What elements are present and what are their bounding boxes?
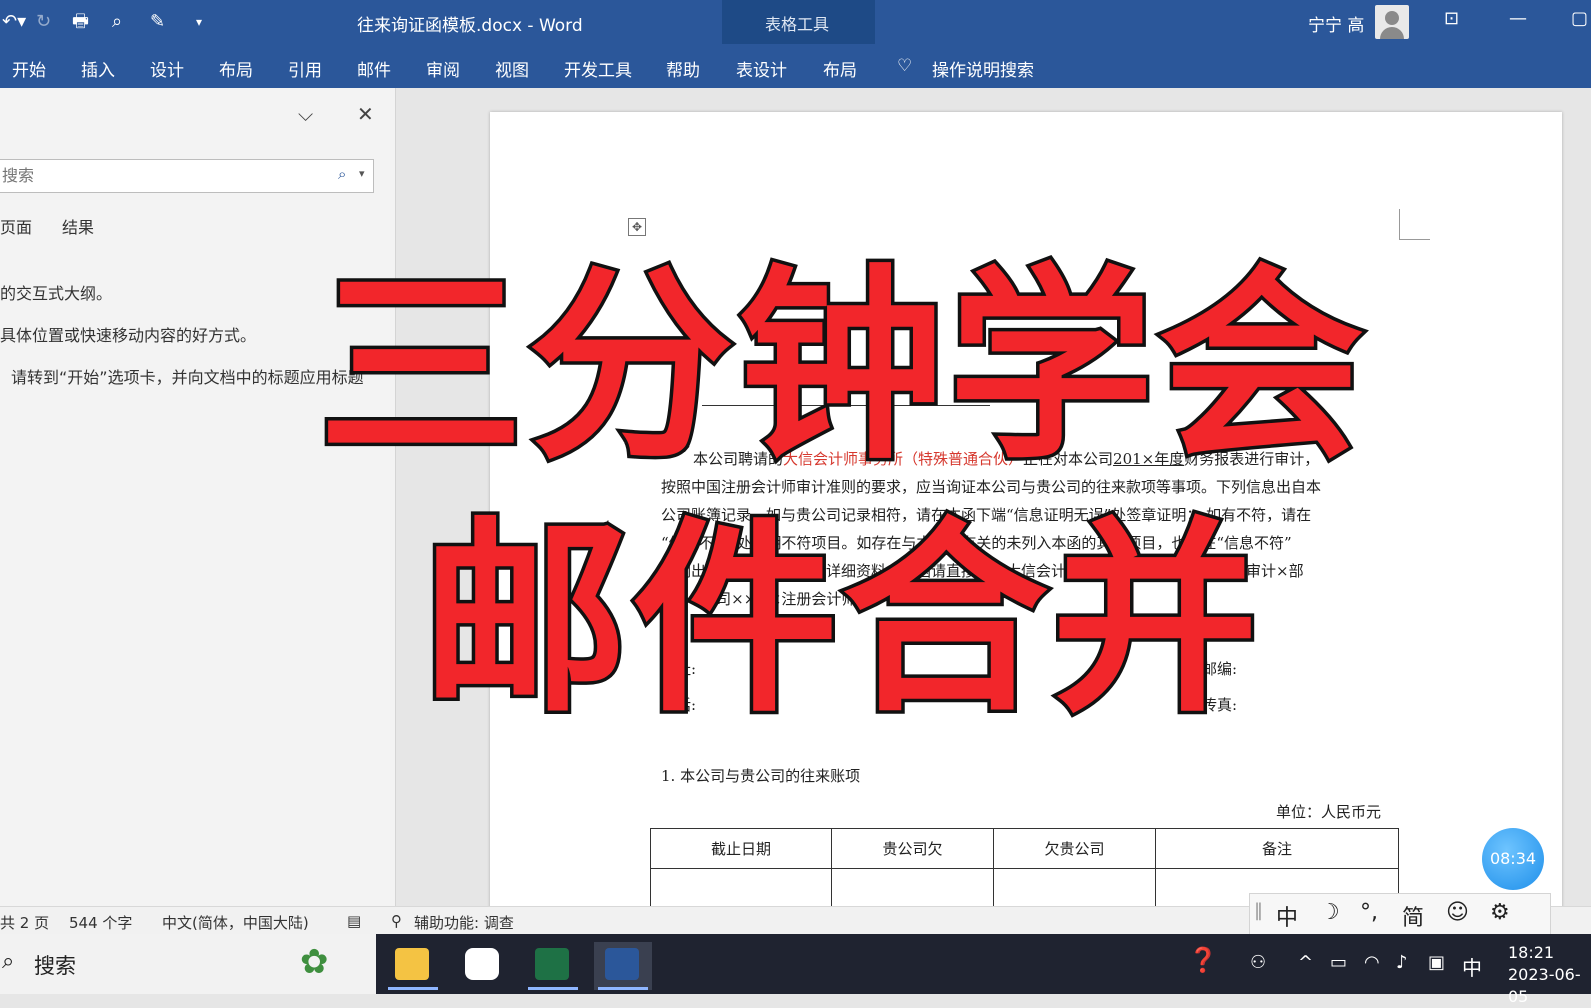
nav-search-input[interactable]	[0, 160, 332, 190]
taskbar-file-explorer[interactable]	[384, 942, 442, 990]
customize-qat-icon[interactable]: ▾	[196, 10, 202, 34]
folder-icon	[395, 948, 429, 980]
close-icon[interactable]: ✕	[357, 102, 374, 126]
minimize-button[interactable]: —	[1509, 8, 1527, 29]
tab-results[interactable]: 结果	[62, 214, 94, 238]
nav-help-line-3: 请转到“开始”选项卡，并向文档中的标题应用标题	[11, 368, 364, 387]
gear-icon[interactable]: ⚙	[1490, 900, 1510, 925]
document-title: 往来询证函模板.docx - Word	[357, 16, 583, 36]
page-preview-icon[interactable]: ⌕	[112, 10, 122, 34]
battery-icon[interactable]: ▭	[1330, 952, 1347, 973]
ime-chinese-mode[interactable]: 中	[1276, 900, 1298, 932]
taskbar-excel[interactable]	[524, 942, 582, 990]
tab-references[interactable]: 引用	[288, 56, 322, 81]
tab-insert[interactable]: 插入	[81, 56, 115, 81]
chevron-up-icon[interactable]: ^	[1298, 952, 1313, 973]
taskbar-search-label: 搜索	[34, 954, 76, 978]
tab-table-layout[interactable]: 布局	[823, 56, 857, 81]
clock-date: 2023-06-05	[1508, 965, 1581, 1006]
punctuation-mode[interactable]: °,	[1360, 900, 1378, 925]
ribbon-display-icon[interactable]: ⊡	[1444, 8, 1459, 29]
tab-pages[interactable]: 页面	[0, 214, 32, 238]
plant-icon: ✿	[300, 942, 329, 982]
tab-home[interactable]: 开始	[12, 56, 46, 81]
table-header-row: 截止日期 贵公司欠 欠贵公司 备注	[650, 828, 1399, 869]
word-icon	[605, 948, 639, 980]
format-painter-icon[interactable]: ✎	[150, 10, 165, 34]
volume-icon[interactable]: ♪	[1396, 952, 1408, 973]
macro-record-icon[interactable]: ▤	[347, 912, 361, 930]
ribbon-tabs: 开始 插入 设计 布局 引用 邮件 审阅 视图 开发工具 帮助 表设计 布局 ♡…	[0, 44, 1591, 88]
input-indicator[interactable]: 中	[1462, 952, 1482, 981]
search-icon: ⌕	[2, 949, 15, 974]
taskbar-search[interactable]: ⌕ 搜索 ✿	[0, 934, 376, 994]
clock-time: 18:21	[1508, 943, 1555, 962]
restore-button[interactable]: ▢	[1571, 8, 1588, 29]
recording-timer[interactable]: 08:34	[1482, 828, 1544, 890]
ime-toolbar: ‖ 中 ☽ °, 简 ☺ ⚙	[1249, 893, 1551, 935]
table-cell[interactable]	[650, 868, 832, 906]
tab-help[interactable]: 帮助	[666, 56, 700, 81]
nav-search-box[interactable]: ⌕ ▾	[0, 159, 374, 193]
taskbar-cloud-app[interactable]	[454, 942, 512, 990]
excel-icon	[535, 948, 569, 980]
title-bar: ↶▾ ↻ 🖶 ⌕ ✎ ▾ 往来询证函模板.docx - Word 表格工具 宁宁…	[0, 0, 1591, 88]
user-name[interactable]: 宁宁 高	[1308, 11, 1364, 36]
cloud-app-icon	[465, 948, 499, 980]
wifi-icon[interactable]: ◠	[1364, 952, 1380, 973]
drag-handle-icon[interactable]: ‖	[1254, 900, 1263, 921]
ime-simplified-mode[interactable]: 简	[1402, 900, 1424, 932]
moon-icon[interactable]: ☽	[1320, 900, 1340, 925]
tab-table-design[interactable]: 表设计	[736, 56, 787, 81]
accessibility-icon: ⚲	[391, 912, 402, 930]
tell-me-search[interactable]: 操作说明搜索	[932, 56, 1034, 81]
table-header[interactable]: 备注	[1155, 828, 1399, 869]
tab-developer[interactable]: 开发工具	[564, 56, 632, 81]
table-header[interactable]: 截止日期	[650, 828, 832, 869]
search-options-icon[interactable]: ▾	[359, 167, 365, 180]
tab-review[interactable]: 审阅	[426, 56, 460, 81]
nav-help-line-1: 的交互式大纲。	[0, 284, 113, 303]
redo-icon[interactable]: ↻	[36, 10, 51, 34]
tab-layout[interactable]: 布局	[219, 56, 253, 81]
tab-mailings[interactable]: 邮件	[357, 56, 391, 81]
table-cell[interactable]	[831, 868, 994, 906]
tab-design[interactable]: 设计	[150, 56, 184, 81]
chevron-down-icon[interactable]: ⌵	[298, 102, 313, 126]
accessibility-status[interactable]: 辅助功能: 调查	[414, 912, 514, 933]
section-heading: 1. 本公司与贵公司的往来账项	[661, 767, 861, 785]
search-icon[interactable]: ⌕	[338, 165, 346, 183]
tab-view[interactable]: 视图	[495, 56, 529, 81]
context-tab-title: 表格工具	[765, 15, 830, 34]
table-cell[interactable]	[993, 868, 1156, 906]
overlay-title-line-2: 邮件合并	[418, 497, 1263, 744]
margin-corner-mark	[1399, 209, 1430, 240]
table-header[interactable]: 贵公司欠	[831, 828, 994, 869]
currency-unit: 单位：人民币元	[1276, 803, 1382, 821]
lightbulb-icon: ♡	[897, 56, 913, 76]
undo-icon[interactable]: ↶▾	[2, 10, 26, 34]
avatar[interactable]	[1375, 5, 1409, 39]
word-count[interactable]: 544 个字	[69, 912, 132, 933]
help-icon[interactable]: ❓	[1188, 946, 1218, 974]
language-indicator[interactable]: 中文(简体，中国大陆)	[162, 912, 309, 933]
print-preview-icon[interactable]: 🖶	[72, 10, 89, 34]
page-count[interactable]: 共 2 页	[0, 912, 49, 933]
nav-help-line-2: 具体位置或快速移动内容的好方式。	[0, 326, 257, 345]
taskbar-clock[interactable]: 18:21 2023-06-05	[1508, 942, 1591, 1008]
table-header[interactable]: 欠贵公司	[993, 828, 1156, 869]
people-icon[interactable]: ⚇	[1250, 952, 1266, 973]
taskbar-word[interactable]	[594, 942, 652, 990]
emoji-icon[interactable]: ☺	[1446, 900, 1469, 925]
notification-icon[interactable]: ▣	[1428, 952, 1445, 973]
taskbar: ⌕ 搜索 ✿ ❓ ⚇ ^ ▭ ◠ ♪ ▣ 中 18:21 2023-06-05	[0, 934, 1591, 1006]
